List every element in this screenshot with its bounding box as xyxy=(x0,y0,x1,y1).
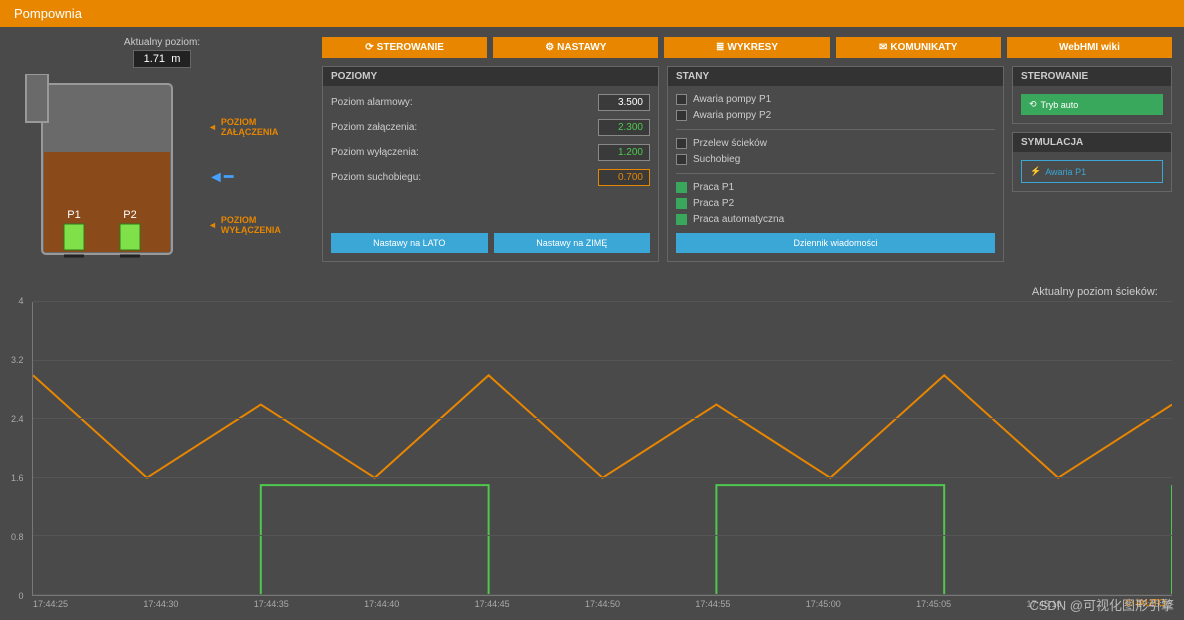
dry-value[interactable]: 0.700 xyxy=(598,169,650,186)
tab-wiki[interactable]: WebHMI wiki xyxy=(1007,37,1172,58)
on-value[interactable]: 2.300 xyxy=(598,119,650,136)
status-label: Awaria pompy P1 xyxy=(693,94,771,105)
chart-title: Aktualny poziom ścieków: xyxy=(1032,286,1158,298)
tab-nastawy[interactable]: ⚙NASTAWY xyxy=(493,37,658,58)
status-label: Suchobieg xyxy=(693,154,740,165)
tab-bar: ⟳STEROWANIE ⚙NASTAWY ≣WYKRESY ✉KOMUNIKAT… xyxy=(322,37,1172,58)
tab-komunikaty[interactable]: ✉KOMUNIKATY xyxy=(836,37,1001,58)
chart-area: Aktualny poziom ścieków: 43.22.41.60.80 … xyxy=(0,278,1184,620)
btn-awaria-p1[interactable]: ⚡Awaria P1 xyxy=(1021,160,1163,183)
status-label: Praca automatyczna xyxy=(693,214,784,225)
panel-symulacja: SYMULACJA ⚡Awaria P1 xyxy=(1012,132,1172,192)
btn-nastawy-lato[interactable]: Nastawy na LATO xyxy=(331,233,488,253)
status-lamp-icon xyxy=(676,154,687,165)
tank-level-value: 1.71 m xyxy=(133,50,192,68)
status-lamp-icon xyxy=(676,110,687,121)
status-lamp-icon xyxy=(676,138,687,149)
btn-dziennik[interactable]: Dziennik wiadomości xyxy=(676,233,995,253)
status-lamp-icon xyxy=(676,94,687,105)
status-item: Suchobieg xyxy=(676,154,995,165)
status-item: Praca P2 xyxy=(676,198,995,209)
chart-icon: ≣ xyxy=(716,42,724,53)
status-item: Praca automatyczna xyxy=(676,214,995,225)
svg-text:P2: P2 xyxy=(123,209,136,221)
flow-arrow-icon: ◄━ xyxy=(208,167,281,187)
alarm-label: Poziom alarmowy: xyxy=(331,97,413,108)
level-on-marker: ◄ POZIOM ZAŁĄCZENIA xyxy=(208,118,281,138)
off-label: Poziom wyłączenia: xyxy=(331,147,419,158)
dry-label: Poziom suchobiegu: xyxy=(331,172,421,183)
tank-level-label: Aktualny poziom: xyxy=(12,37,312,48)
panel-header: STANY xyxy=(668,67,1003,86)
btn-nastawy-zime[interactable]: Nastawy na ZIMĘ xyxy=(494,233,651,253)
panel-sterowanie: STEROWANIE ⟲Tryb auto xyxy=(1012,66,1172,124)
svg-text:P1: P1 xyxy=(67,209,80,221)
panel-header: STEROWANIE xyxy=(1013,67,1171,86)
gear-icon: ⚙ xyxy=(545,42,554,53)
status-label: Praca P2 xyxy=(693,198,734,209)
arrow-left-icon: ◄ xyxy=(208,221,217,231)
tank-panel: Aktualny poziom: 1.71 m P1 xyxy=(12,37,312,274)
off-value[interactable]: 1.200 xyxy=(598,144,650,161)
status-item: Awaria pompy P2 xyxy=(676,110,995,121)
alarm-value[interactable]: 3.500 xyxy=(598,94,650,111)
watermark: CSDN @可视化图形引擎 xyxy=(1029,595,1174,614)
panel-stany: STANY Awaria pompy P1 Awaria pompy P2 Prze… xyxy=(667,66,1004,262)
status-lamp-icon xyxy=(676,214,687,225)
tab-sterowanie[interactable]: ⟳STEROWANIE xyxy=(322,37,487,58)
status-item: Praca P1 xyxy=(676,182,995,193)
sync-icon: ⟲ xyxy=(1029,99,1037,110)
status-lamp-icon xyxy=(676,182,687,193)
app-title: Pompownia xyxy=(0,0,1184,27)
bolt-icon: ⚡ xyxy=(1030,166,1041,177)
status-label: Przelew ścieków xyxy=(693,138,767,149)
status-label: Praca P1 xyxy=(693,182,734,193)
level-off-marker: ◄ POZIOM WYŁĄCZENIA xyxy=(208,216,281,236)
tank-diagram: P1 P2 xyxy=(12,74,202,274)
mail-icon: ✉ xyxy=(879,42,887,53)
refresh-icon: ⟳ xyxy=(365,42,373,53)
panel-poziomy: POZIOMY Poziom alarmowy: 3.500 Poziom za… xyxy=(322,66,659,262)
tab-wykresy[interactable]: ≣WYKRESY xyxy=(664,37,829,58)
arrow-left-icon: ◄ xyxy=(208,123,217,133)
line-chart: 43.22.41.60.80 17:44:2517:44:3017:44:351… xyxy=(32,302,1172,596)
status-item: Awaria pompy P1 xyxy=(676,94,995,105)
panel-header: POZIOMY xyxy=(323,67,658,86)
btn-tryb-auto[interactable]: ⟲Tryb auto xyxy=(1021,94,1163,115)
status-label: Awaria pompy P2 xyxy=(693,110,771,121)
status-lamp-icon xyxy=(676,198,687,209)
on-label: Poziom załączenia: xyxy=(331,122,417,133)
panel-header: SYMULACJA xyxy=(1013,133,1171,152)
status-item: Przelew ścieków xyxy=(676,138,995,149)
